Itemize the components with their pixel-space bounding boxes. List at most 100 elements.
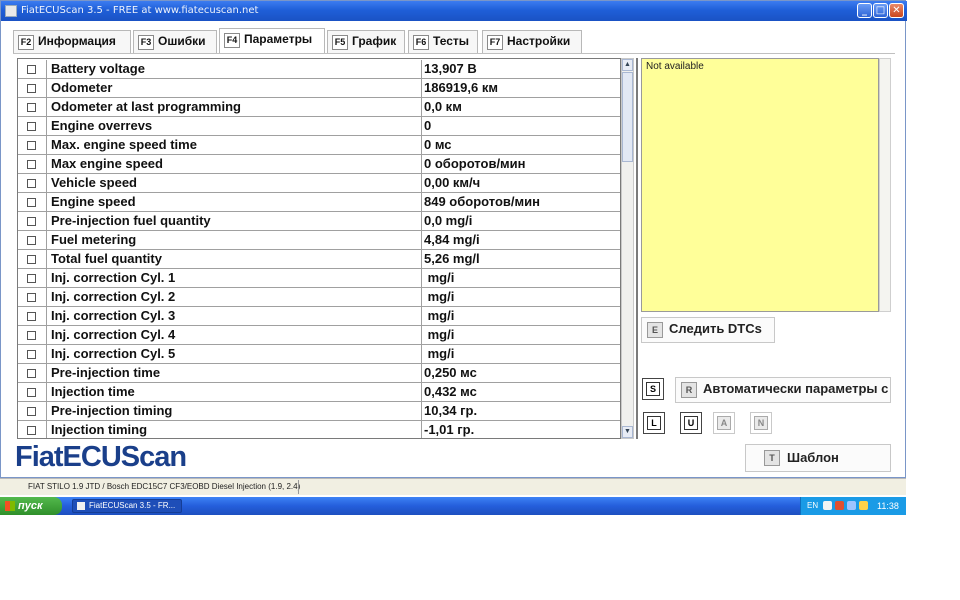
param-name: Odometer at last programming — [51, 99, 241, 114]
row-checkbox[interactable] — [27, 369, 36, 378]
taskbar-app-button[interactable]: FiatECUScan 3.5 - FR... — [72, 499, 182, 513]
row-checkbox[interactable] — [27, 293, 36, 302]
table-row[interactable]: Injection timing -1,01 гр. — [18, 421, 620, 438]
table-row[interactable]: Inj. correction Cyl. 3 mg/i — [18, 307, 620, 326]
row-checkbox[interactable] — [27, 84, 36, 93]
table-row[interactable]: Odometer 186919,6 км — [18, 79, 620, 98]
app-logo: FiatECUScan — [15, 441, 187, 473]
param-name: Fuel metering — [51, 232, 137, 247]
close-button[interactable]: ✕ — [889, 3, 904, 18]
table-row[interactable]: Engine speed 849 оборотов/мин — [18, 193, 620, 212]
auto-parameters-checkbox[interactable]: R Автоматически параметры с — [675, 377, 891, 403]
param-value: 0 оборотов/мин — [424, 156, 526, 171]
table-scrollbar[interactable]: ▲ ▼ — [621, 58, 634, 439]
tab-key: F6 — [413, 35, 429, 50]
tray-icon[interactable] — [847, 501, 856, 510]
param-name: Pre-injection time — [51, 365, 161, 380]
param-value: mg/i — [424, 327, 455, 342]
template-button[interactable]: T Шаблон — [745, 444, 891, 472]
row-checkbox[interactable] — [27, 141, 36, 150]
row-checkbox[interactable] — [27, 312, 36, 321]
l-button[interactable]: L — [643, 412, 665, 434]
row-checkbox[interactable] — [27, 255, 36, 264]
scroll-thumb[interactable] — [622, 72, 633, 162]
tray-icon[interactable] — [835, 501, 844, 510]
row-checkbox[interactable] — [27, 179, 36, 188]
tab-key: F4 — [224, 33, 240, 48]
dtc-status: Not available — [646, 61, 704, 72]
param-value: 10,34 гр. — [424, 403, 478, 418]
row-checkbox[interactable] — [27, 426, 36, 435]
status-divider — [298, 480, 299, 494]
table-row[interactable]: Total fuel quantity 5,26 mg/l — [18, 250, 620, 269]
app-window: FiatECUScan 3.5 - FREE at www.fiatecusca… — [0, 0, 907, 478]
start-button[interactable]: пуск — [0, 497, 62, 515]
table-row[interactable]: Inj. correction Cyl. 4 mg/i — [18, 326, 620, 345]
row-checkbox[interactable] — [27, 122, 36, 131]
param-name: Inj. correction Cyl. 4 — [51, 327, 176, 342]
table-row[interactable]: Pre-injection timing 10,34 гр. — [18, 402, 620, 421]
clock: 11:38 — [877, 501, 899, 511]
param-name: Injection timing — [51, 422, 148, 437]
param-value: 0,0 mg/i — [424, 213, 473, 228]
param-value: mg/i — [424, 308, 455, 323]
a-button[interactable]: A — [713, 412, 735, 434]
row-checkbox[interactable] — [27, 103, 36, 112]
param-value: mg/i — [424, 346, 455, 361]
tab-settings[interactable]: F7 Настройки — [482, 30, 582, 53]
maximize-button[interactable]: □ — [873, 3, 888, 18]
param-name: Engine speed — [51, 194, 136, 209]
tab-tests[interactable]: F6 Тесты — [408, 30, 478, 53]
table-row[interactable]: Inj. correction Cyl. 1 mg/i — [18, 269, 620, 288]
language-indicator[interactable]: EN — [807, 497, 818, 515]
table-row[interactable]: Inj. correction Cyl. 5 mg/i — [18, 345, 620, 364]
minimize-button[interactable]: _ — [857, 3, 872, 18]
param-name: Injection time — [51, 384, 135, 399]
row-checkbox[interactable] — [27, 217, 36, 226]
tab-parameters[interactable]: F4 Параметры — [219, 28, 325, 54]
tab-key: F5 — [332, 35, 348, 50]
tab-label: Параметры — [244, 32, 313, 46]
u-button[interactable]: U — [680, 412, 702, 434]
s-button[interactable]: S — [642, 378, 664, 400]
row-checkbox[interactable] — [27, 65, 36, 74]
table-row[interactable]: Pre-injection fuel quantity 0,0 mg/i — [18, 212, 620, 231]
tab-label: Тесты — [433, 34, 470, 48]
table-row[interactable]: Max engine speed 0 оборотов/мин — [18, 155, 620, 174]
table-row[interactable]: Fuel metering 4,84 mg/i — [18, 231, 620, 250]
param-value: 4,84 mg/i — [424, 232, 480, 247]
row-checkbox[interactable] — [27, 388, 36, 397]
row-checkbox[interactable] — [27, 407, 36, 416]
table-row[interactable]: Engine overrevs 0 — [18, 117, 620, 136]
scroll-up-icon[interactable]: ▲ — [622, 59, 633, 71]
panel-splitter[interactable] — [636, 58, 638, 439]
volume-icon[interactable] — [859, 501, 868, 510]
param-value: 0,250 мс — [424, 365, 477, 380]
table-row[interactable]: Battery voltage 13,907 В — [18, 60, 620, 79]
table-row[interactable]: Pre-injection time 0,250 мс — [18, 364, 620, 383]
table-row[interactable]: Vehicle speed 0,00 км/ч — [18, 174, 620, 193]
title-bar[interactable]: FiatECUScan 3.5 - FREE at www.fiatecusca… — [1, 1, 907, 21]
row-checkbox[interactable] — [27, 274, 36, 283]
tab-errors[interactable]: F3 Ошибки — [133, 30, 217, 53]
scroll-down-icon[interactable]: ▼ — [622, 426, 633, 438]
tab-graph[interactable]: F5 График — [327, 30, 405, 53]
table-row[interactable]: Injection time 0,432 мс — [18, 383, 620, 402]
follow-dtcs-button[interactable]: E Следить DTCs — [641, 317, 775, 343]
param-value: mg/i — [424, 270, 455, 285]
row-checkbox[interactable] — [27, 160, 36, 169]
dtc-scrollbar[interactable] — [879, 58, 891, 312]
table-row[interactable]: Inj. correction Cyl. 2 mg/i — [18, 288, 620, 307]
n-button[interactable]: N — [750, 412, 772, 434]
tab-key: F7 — [487, 35, 503, 50]
network-icon[interactable] — [823, 501, 832, 510]
taskbar: пуск FiatECUScan 3.5 - FR... EN 11:38 — [0, 497, 906, 515]
table-row[interactable]: Max. engine speed time 0 мс — [18, 136, 620, 155]
row-checkbox[interactable] — [27, 331, 36, 340]
row-checkbox[interactable] — [27, 350, 36, 359]
start-label: пуск — [18, 500, 43, 512]
row-checkbox[interactable] — [27, 236, 36, 245]
tab-info[interactable]: F2 Информация — [13, 30, 131, 53]
table-row[interactable]: Odometer at last programming 0,0 км — [18, 98, 620, 117]
row-checkbox[interactable] — [27, 198, 36, 207]
